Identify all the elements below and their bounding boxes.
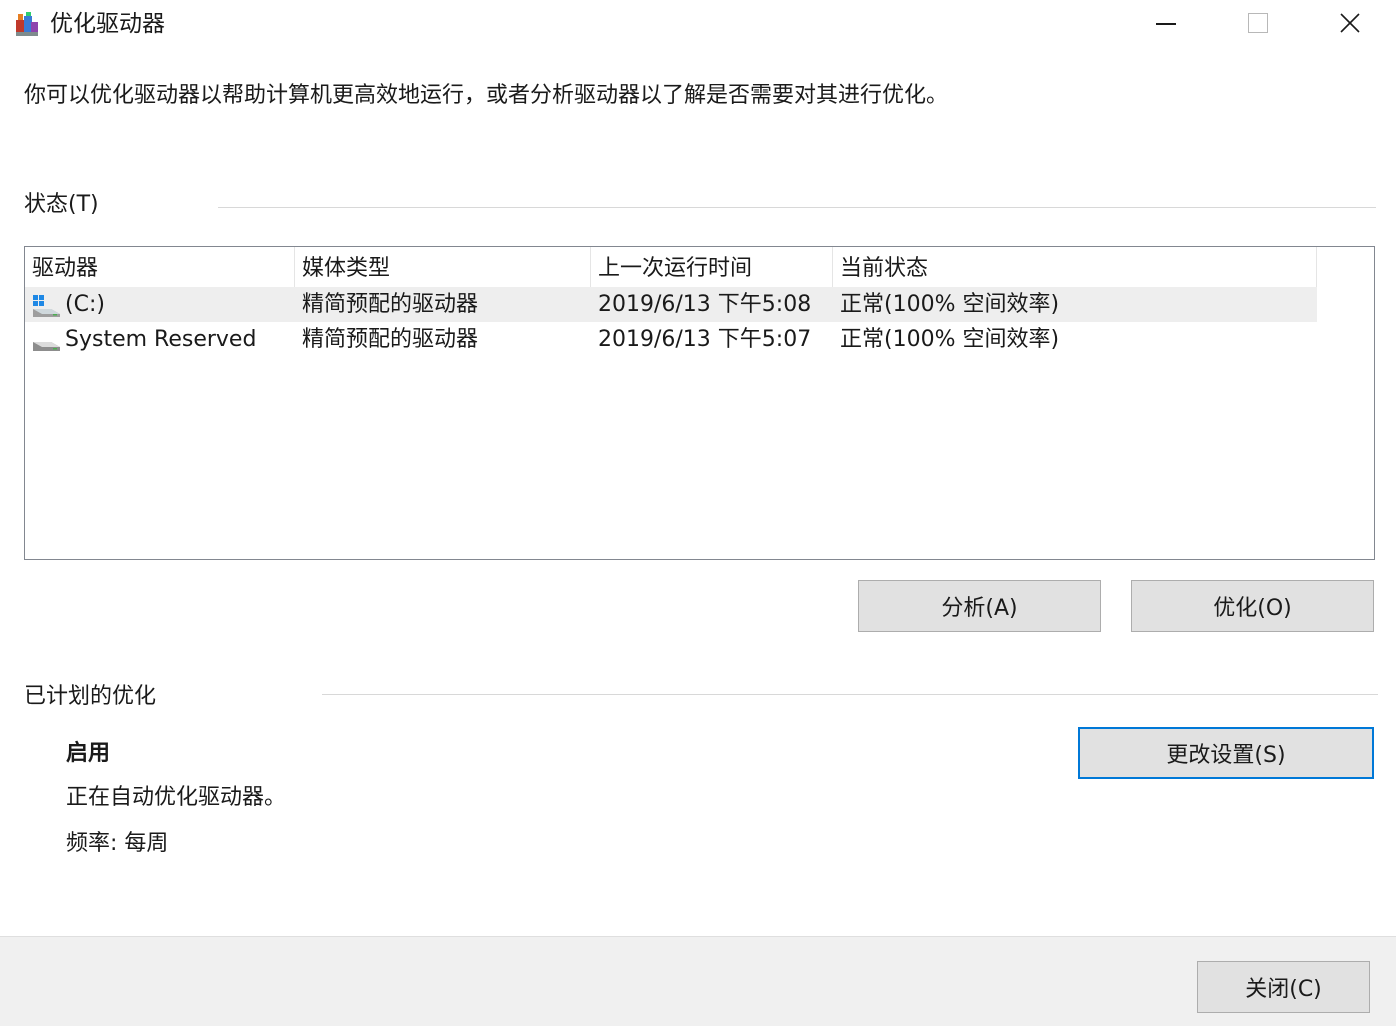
drive-row-c[interactable]: (C:) 精简预配的驱动器 2019/6/13 下午5:08 正常(100% 空… xyxy=(25,287,1317,322)
drive-name: System Reserved xyxy=(65,327,257,352)
scheduled-section-label: 已计划的优化 xyxy=(24,684,157,709)
column-header-media-type[interactable]: 媒体类型 xyxy=(295,247,591,287)
window-title: 优化驱动器 xyxy=(50,11,165,37)
defrag-app-icon xyxy=(16,12,38,36)
intro-text: 你可以优化驱动器以帮助计算机更高效地运行，或者分析驱动器以了解是否需要对其进行优… xyxy=(24,83,949,108)
drive-media-type: 精简预配的驱动器 xyxy=(302,327,479,352)
title-bar: 优化驱动器 xyxy=(0,0,1396,48)
schedule-description: 正在自动优化驱动器。 xyxy=(66,785,287,810)
column-header-status[interactable]: 当前状态 xyxy=(833,247,1317,287)
drive-media-type: 精简预配的驱动器 xyxy=(302,292,479,317)
minimize-icon xyxy=(1156,23,1176,25)
dialog-footer: 关闭(C) xyxy=(0,936,1396,1026)
drive-last-run: 2019/6/13 下午5:08 xyxy=(598,292,812,317)
drive-name: (C:) xyxy=(65,292,105,317)
analyze-button[interactable]: 分析(A) xyxy=(858,580,1101,632)
minimize-button[interactable] xyxy=(1120,0,1212,46)
maximize-icon xyxy=(1248,13,1268,33)
close-window-button[interactable] xyxy=(1304,0,1396,46)
drive-last-run: 2019/6/13 下午5:07 xyxy=(598,327,812,352)
status-section-label: 状态(T) xyxy=(24,192,99,217)
drive-status: 正常(100% 空间效率) xyxy=(840,327,1060,352)
optimize-button[interactable]: 优化(O) xyxy=(1131,580,1374,632)
drive-list-header: 驱动器 媒体类型 上一次运行时间 当前状态 xyxy=(25,247,1317,287)
drive-row-system-reserved[interactable]: System Reserved 精简预配的驱动器 2019/6/13 下午5:0… xyxy=(25,322,1317,357)
column-header-drive[interactable]: 驱动器 xyxy=(25,247,295,287)
drive-status: 正常(100% 空间效率) xyxy=(840,292,1060,317)
close-button[interactable]: 关闭(C) xyxy=(1197,961,1370,1013)
column-header-last-run[interactable]: 上一次运行时间 xyxy=(591,247,833,287)
scheduled-divider xyxy=(322,694,1378,695)
close-icon xyxy=(1340,13,1360,33)
windows-drive-icon xyxy=(33,295,60,317)
change-settings-button[interactable]: 更改设置(S) xyxy=(1078,727,1374,779)
drive-icon xyxy=(33,342,60,351)
schedule-state: 启用 xyxy=(66,741,111,766)
drive-list[interactable]: 驱动器 媒体类型 上一次运行时间 当前状态 (C:) 精简预配的驱动器 2019… xyxy=(24,246,1375,560)
status-divider xyxy=(218,207,1376,208)
maximize-button[interactable] xyxy=(1212,0,1304,46)
schedule-frequency: 频率: 每周 xyxy=(66,831,169,856)
